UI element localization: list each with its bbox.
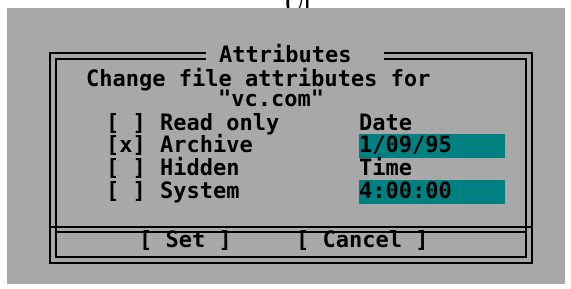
system-checkbox[interactable]: [ ] bbox=[106, 180, 146, 204]
system-label: System bbox=[160, 179, 240, 204]
button-separator-outer bbox=[49, 226, 533, 228]
hidden-label: Hidden bbox=[160, 156, 240, 181]
set-button[interactable]: [ Set ] bbox=[139, 229, 232, 253]
archive-label: Archive bbox=[160, 133, 253, 158]
hidden-checkbox[interactable]: [ ] bbox=[106, 157, 146, 181]
dialog-title: Attributes bbox=[219, 43, 352, 68]
date-input[interactable]: 1/09/95 bbox=[359, 134, 505, 158]
time-input[interactable]: 4:00:00 bbox=[359, 180, 505, 204]
cancel-button[interactable]: [ Cancel ] bbox=[296, 229, 428, 253]
attributes-dialog: Attributes Change file attributes for "v… bbox=[7, 8, 565, 284]
button-separator-inner bbox=[55, 231, 527, 233]
archive-checkbox[interactable]: [x] bbox=[106, 134, 146, 158]
dialog-filename: "vc.com" bbox=[218, 87, 324, 112]
time-label: Time bbox=[359, 156, 412, 181]
